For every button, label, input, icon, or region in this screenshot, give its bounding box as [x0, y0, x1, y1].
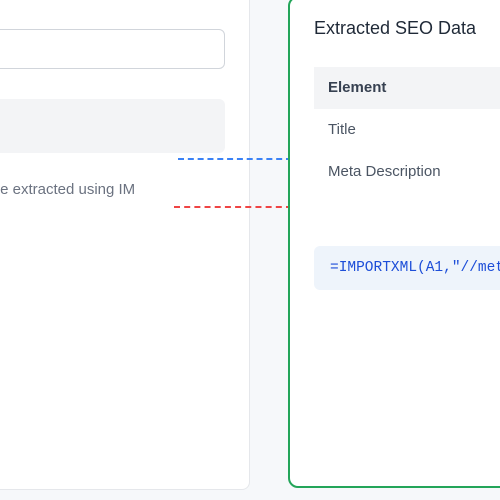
source-meta-text: meta description that would be extracted…: [0, 181, 135, 198]
cell-element: Meta Description: [314, 151, 500, 193]
source-title-box: e Title: [0, 99, 225, 153]
table-row: Title Example: [314, 109, 500, 151]
seo-table: Element Extracted Title Example Meta Des…: [314, 67, 500, 192]
connector-meta: [174, 206, 292, 208]
connector-title: [178, 158, 292, 160]
table-header-row: Element Extracted: [314, 67, 500, 109]
table-row: Meta Description This is an: [314, 151, 500, 193]
source-meta-description: meta description that would be extracted…: [0, 179, 225, 202]
formula-display[interactable]: =IMPORTXML(A1,"//meta[@name='de: [314, 246, 500, 290]
seo-panel-title: Extracted SEO Data: [314, 18, 500, 39]
formula-text: =IMPORTXML(A1,"//meta[@name='de: [330, 260, 500, 276]
source-url-input[interactable]: m: [0, 29, 225, 69]
seo-data-panel: Extracted SEO Data Element Extracted Tit…: [288, 0, 500, 488]
header-element: Element: [314, 67, 500, 109]
cell-element: Title: [314, 109, 500, 151]
source-page-panel: m e Title meta description that would be…: [0, 0, 250, 490]
